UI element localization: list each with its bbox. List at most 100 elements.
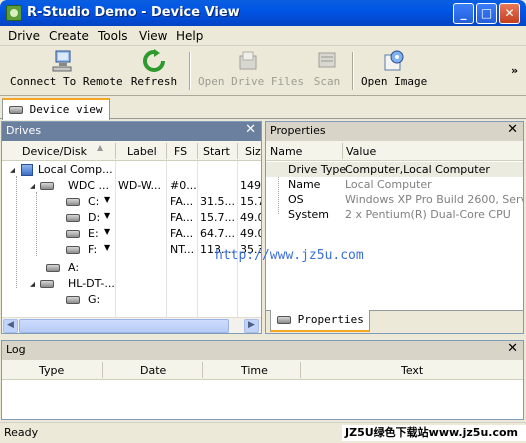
refresh-button[interactable]: Refresh — [130, 49, 178, 93]
device-size: 149. — [240, 179, 261, 192]
device-name: G: — [88, 293, 101, 306]
table-row[interactable]: D: ▼ FA... 15.7... 49.0 — [2, 210, 261, 226]
property-name: Name — [288, 178, 321, 191]
log-table-header: Type Date Time Text — [2, 360, 523, 380]
property-row[interactable]: Name Local Computer — [266, 177, 523, 192]
dropdown-arrow-icon[interactable]: ▼ — [104, 195, 110, 204]
column-size[interactable]: Siz — [245, 145, 261, 158]
column-value[interactable]: Value — [346, 145, 376, 158]
table-row[interactable]: G: — [2, 292, 261, 308]
column-divider — [166, 143, 167, 159]
dropdown-arrow-icon[interactable]: ▼ — [104, 211, 110, 220]
refresh-icon — [143, 49, 165, 72]
drives-horizontal-scrollbar[interactable]: ◀ ▶ — [2, 317, 261, 333]
column-name[interactable]: Name — [270, 145, 302, 158]
table-row[interactable]: E: ▼ FA... 64.7... 49.0 — [2, 226, 261, 242]
site-banner: JZ5U绿色下载站www.jz5u.com — [342, 425, 526, 441]
property-row[interactable]: System 2 x Pentium(R) Dual-Core CPU — [266, 207, 523, 222]
dropdown-arrow-icon[interactable]: ▼ — [104, 243, 110, 252]
device-label: WD-W... — [118, 179, 161, 192]
properties-panel-title: Properties ✕ — [266, 122, 523, 141]
device-start: 31.5... — [200, 195, 235, 208]
property-value: 2 x Pentium(R) Dual-Core CPU — [345, 208, 511, 221]
device-name: HL-DT-... — [68, 277, 115, 290]
table-row[interactable]: ◢ WDC ... WD-W... #0... 149. — [2, 178, 261, 194]
toolbar-separator — [189, 52, 191, 90]
scan-button[interactable]: Scan — [310, 49, 344, 93]
menu-bar: Drive Create Tools View Help — [0, 26, 526, 46]
dropdown-arrow-icon[interactable]: ▼ — [104, 227, 110, 236]
column-divider — [342, 143, 343, 159]
device-fs: FA... — [170, 195, 194, 208]
menu-create[interactable]: Create — [49, 29, 89, 43]
folder-files-icon — [239, 51, 257, 70]
app-icon — [6, 5, 22, 21]
property-row[interactable]: OS Windows XP Pro Build 2600, Servi... — [266, 192, 523, 207]
expand-arrow-icon[interactable]: ◢ — [30, 280, 35, 288]
tab-properties[interactable]: Properties — [270, 310, 370, 332]
property-name: Drive Type — [288, 163, 347, 176]
expand-arrow-icon[interactable]: ◢ — [10, 166, 15, 174]
column-text[interactable]: Text — [401, 364, 423, 377]
menu-drive[interactable]: Drive — [8, 29, 40, 43]
column-divider — [202, 362, 203, 378]
device-fs: NT... — [170, 243, 195, 256]
maximize-button[interactable]: □ — [476, 3, 497, 24]
drives-panel-close-icon[interactable]: ✕ — [245, 122, 256, 137]
connect-remote-button[interactable]: Connect To Remote — [10, 49, 123, 93]
log-panel-close-icon[interactable]: ✕ — [507, 341, 518, 356]
drives-panel-title: Drives ✕ — [2, 122, 261, 141]
view-tab-strip: Device view — [0, 96, 526, 120]
disk-icon — [9, 106, 23, 114]
device-size: 15.7 — [240, 195, 261, 208]
properties-tab-strip: Properties — [266, 310, 523, 333]
hard-disk-icon — [40, 182, 54, 190]
table-row[interactable]: C: ▼ FA... 31.5... 15.7 — [2, 194, 261, 210]
property-value: Windows XP Pro Build 2600, Servi... — [345, 193, 523, 206]
computer-network-icon — [52, 50, 72, 72]
sort-arrow-icon: ▲ — [97, 143, 104, 152]
device-fs: FA... — [170, 227, 194, 240]
device-start: 15.7... — [200, 211, 235, 224]
partition-icon — [66, 246, 80, 254]
property-row[interactable]: Drive Type Computer,Local Computer — [266, 162, 523, 177]
device-name: A: — [68, 261, 80, 274]
properties-icon — [277, 316, 291, 324]
column-date[interactable]: Date — [140, 364, 166, 377]
partition-icon — [66, 214, 80, 222]
close-button[interactable]: ✕ — [499, 3, 520, 24]
status-text: Ready — [4, 426, 39, 439]
scan-icon — [318, 52, 336, 68]
table-row[interactable]: ◢ Local Comp... — [2, 162, 261, 178]
properties-panel: Properties ✕ Name Value Drive Type Compu… — [265, 121, 524, 334]
title-bar: R-Studio Demo - Device View _ □ ✕ — [0, 0, 526, 26]
open-drive-files-button[interactable]: Open Drive Files — [198, 49, 304, 93]
minimize-button[interactable]: _ — [453, 3, 474, 24]
properties-panel-close-icon[interactable]: ✕ — [507, 122, 518, 137]
tab-device-view[interactable]: Device view — [2, 98, 110, 120]
table-row[interactable]: ◢ HL-DT-... — [2, 276, 261, 292]
device-name: Local Comp... — [38, 163, 113, 176]
column-device-disk[interactable]: Device/Disk — [22, 145, 87, 158]
toolbar-separator — [352, 52, 354, 90]
column-fs[interactable]: FS — [174, 145, 187, 158]
column-label[interactable]: Label — [127, 145, 157, 158]
device-fs: #0... — [170, 179, 196, 192]
column-divider — [237, 143, 238, 159]
scroll-right-arrow-icon[interactable]: ▶ — [244, 319, 259, 333]
menu-tools[interactable]: Tools — [98, 29, 128, 43]
open-image-button[interactable]: Open Image — [361, 49, 427, 93]
partition-icon — [66, 198, 80, 206]
toolbar-overflow-chevron-icon[interactable]: » — [511, 64, 518, 77]
scroll-thumb[interactable] — [19, 319, 229, 333]
menu-view[interactable]: View — [139, 29, 167, 43]
scroll-left-arrow-icon[interactable]: ◀ — [3, 319, 18, 333]
column-type[interactable]: Type — [39, 364, 64, 377]
properties-table-header: Name Value — [266, 141, 523, 161]
column-time[interactable]: Time — [241, 364, 268, 377]
column-start[interactable]: Start — [203, 145, 230, 158]
menu-help[interactable]: Help — [176, 29, 203, 43]
property-value: Computer,Local Computer — [345, 163, 490, 176]
column-divider — [115, 143, 116, 159]
expand-arrow-icon[interactable]: ◢ — [30, 182, 35, 190]
